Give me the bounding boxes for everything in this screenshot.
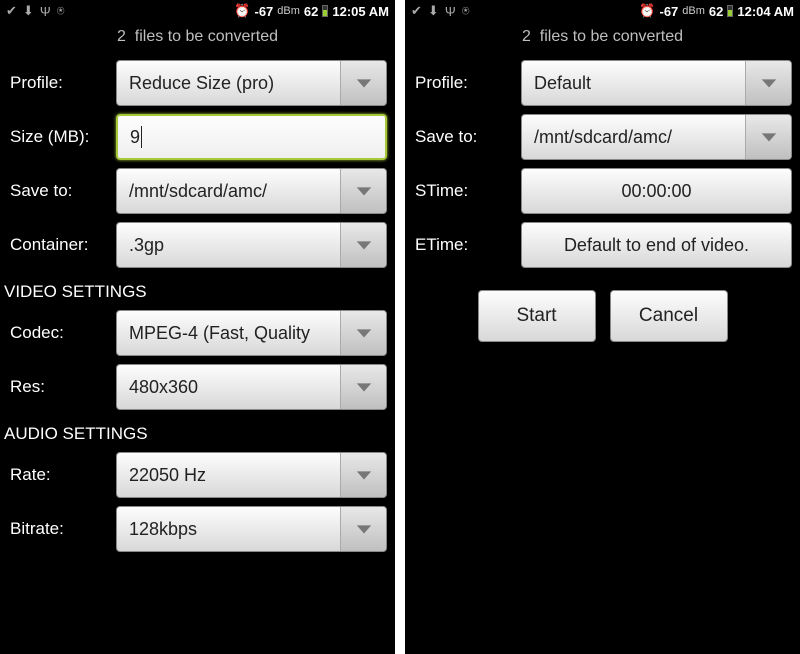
phone-left: ✔ ⬇ Ψ ⍟ ⏰ -67 dBm 62 12:05 AM 2 files to… <box>0 0 395 654</box>
usb-icon: Ψ <box>445 4 456 19</box>
start-button[interactable]: Start <box>478 290 596 342</box>
clock: 12:04 AM <box>737 4 794 19</box>
file-msg: files to be converted <box>540 28 683 45</box>
battery-icon <box>322 5 328 17</box>
codec-dropdown[interactable]: MPEG-4 (Fast, Quality <box>116 310 387 356</box>
audio-section-header: AUDIO SETTINGS <box>0 414 395 448</box>
stime-label: STime: <box>413 181 521 201</box>
saveto-label: Save to: <box>413 127 521 147</box>
signal-strength: -67 <box>255 4 274 19</box>
container-label: Container: <box>8 235 116 255</box>
signal-unit: dBm <box>682 5 705 17</box>
saveto-dropdown[interactable]: /mnt/sdcard/amc/ <box>116 168 387 214</box>
check-icon: ✔ <box>6 3 17 19</box>
download-icon: ⬇ <box>23 3 34 19</box>
bitrate-label: Bitrate: <box>8 519 116 539</box>
profile-label: Profile: <box>413 73 521 93</box>
chevron-down-icon <box>340 311 386 355</box>
rate-value: 22050 Hz <box>129 465 206 486</box>
profile-label: Profile: <box>8 73 116 93</box>
saveto-value: /mnt/sdcard/amc/ <box>129 181 267 202</box>
battery-icon <box>727 5 733 17</box>
chevron-down-icon <box>340 453 386 497</box>
rate-dropdown[interactable]: 22050 Hz <box>116 452 387 498</box>
status-bar: ✔ ⬇ Ψ ⍟ ⏰ -67 dBm 62 12:05 AM <box>0 0 395 22</box>
etime-button[interactable]: Default to end of video. <box>521 222 792 268</box>
file-count: 2 <box>117 28 126 45</box>
profile-dropdown[interactable]: Default <box>521 60 792 106</box>
profile-value: Default <box>534 73 591 94</box>
saveto-value: /mnt/sdcard/amc/ <box>534 127 672 148</box>
chevron-down-icon <box>340 61 386 105</box>
text-cursor <box>141 126 142 148</box>
alarm-icon: ⏰ <box>639 3 655 19</box>
chevron-down-icon <box>340 223 386 267</box>
saveto-dropdown[interactable]: /mnt/sdcard/amc/ <box>521 114 792 160</box>
alarm-icon: ⏰ <box>234 3 250 19</box>
size-input[interactable]: 9 <box>116 114 387 160</box>
chevron-down-icon <box>745 115 791 159</box>
files-subheader: 2 files to be converted <box>405 22 800 56</box>
signal-strength: -67 <box>660 4 679 19</box>
cancel-label: Cancel <box>639 305 698 327</box>
res-label: Res: <box>8 377 116 397</box>
chevron-down-icon <box>340 507 386 551</box>
cancel-button[interactable]: Cancel <box>610 290 728 342</box>
signal-unit: dBm <box>277 5 300 17</box>
rate-label: Rate: <box>8 465 116 485</box>
profile-dropdown[interactable]: Reduce Size (pro) <box>116 60 387 106</box>
stime-button[interactable]: 00:00:00 <box>521 168 792 214</box>
usb-icon: Ψ <box>40 4 51 19</box>
battery-pct: 62 <box>304 4 318 19</box>
res-value: 480x360 <box>129 377 198 398</box>
profile-value: Reduce Size (pro) <box>129 73 274 94</box>
phone-right: ✔ ⬇ Ψ ⍟ ⏰ -67 dBm 62 12:04 AM 2 files to… <box>405 0 800 654</box>
clock: 12:05 AM <box>332 4 389 19</box>
bitrate-value: 128kbps <box>129 519 197 540</box>
stime-value: 00:00:00 <box>621 181 691 202</box>
battery-pct: 62 <box>709 4 723 19</box>
etime-value: Default to end of video. <box>564 235 749 256</box>
check-icon: ✔ <box>411 3 422 19</box>
android-icon: ⍟ <box>462 3 470 19</box>
file-count: 2 <box>522 28 531 45</box>
chevron-down-icon <box>745 61 791 105</box>
chevron-down-icon <box>340 365 386 409</box>
download-icon: ⬇ <box>428 3 439 19</box>
size-value: 9 <box>130 127 140 148</box>
codec-value: MPEG-4 (Fast, Quality <box>129 323 310 344</box>
video-section-header: VIDEO SETTINGS <box>0 272 395 306</box>
size-label: Size (MB): <box>8 127 116 147</box>
status-bar: ✔ ⬇ Ψ ⍟ ⏰ -67 dBm 62 12:04 AM <box>405 0 800 22</box>
container-value: .3gp <box>129 235 164 256</box>
res-dropdown[interactable]: 480x360 <box>116 364 387 410</box>
codec-label: Codec: <box>8 323 116 343</box>
android-icon: ⍟ <box>57 3 65 19</box>
file-msg: files to be converted <box>135 28 278 45</box>
saveto-label: Save to: <box>8 181 116 201</box>
container-dropdown[interactable]: .3gp <box>116 222 387 268</box>
chevron-down-icon <box>340 169 386 213</box>
etime-label: ETime: <box>413 235 521 255</box>
files-subheader: 2 files to be converted <box>0 22 395 56</box>
start-label: Start <box>516 305 556 327</box>
bitrate-dropdown[interactable]: 128kbps <box>116 506 387 552</box>
